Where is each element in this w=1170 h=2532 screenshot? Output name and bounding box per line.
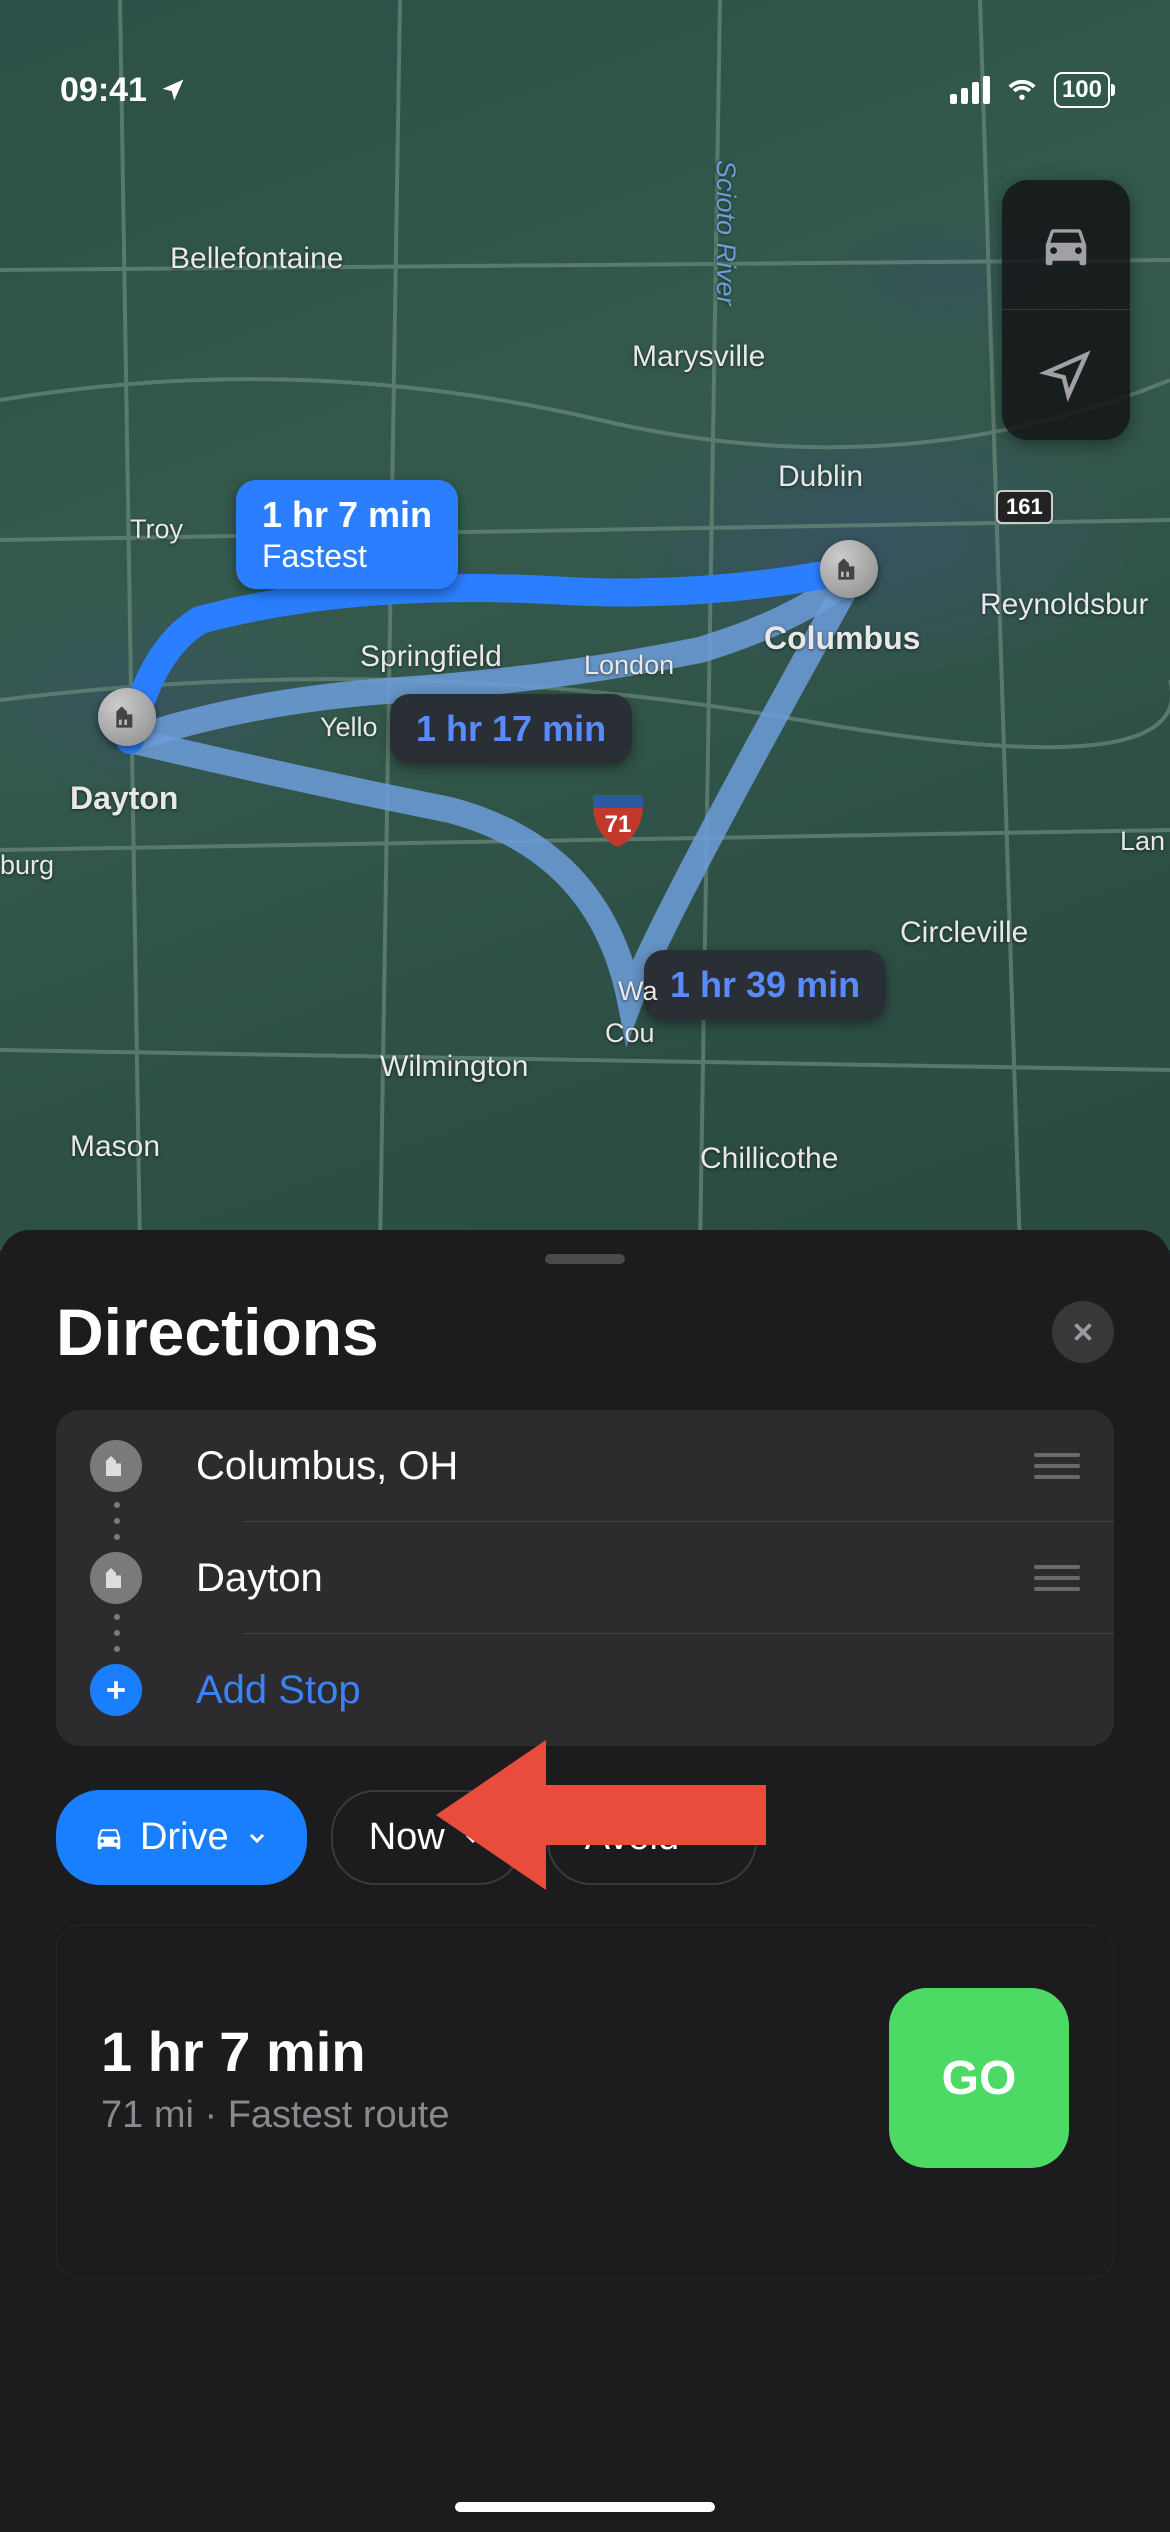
stops-list: Columbus, OH Dayton Add Stop	[56, 1410, 1114, 1746]
route-alt2-time: 1 hr 39 min	[670, 964, 860, 1005]
map-label-dublin: Dublin	[778, 460, 863, 494]
go-button[interactable]: GO	[889, 1988, 1069, 2168]
status-time: 09:41	[60, 71, 147, 110]
svg-text:71: 71	[605, 811, 632, 838]
route-primary-time: 1 hr 7 min	[262, 494, 432, 535]
status-bar: 09:41 100	[0, 0, 1170, 140]
map-label-burg: burg	[0, 850, 54, 881]
route-badge-primary[interactable]: 1 hr 7 min Fastest	[236, 480, 458, 589]
chevron-down-icon	[245, 1826, 269, 1850]
battery-indicator: 100	[1054, 72, 1110, 108]
city-icon	[90, 1440, 142, 1492]
route-badge-alt2[interactable]: 1 hr 39 min	[644, 950, 886, 1020]
stop-label: Columbus, OH	[196, 1444, 1034, 1489]
map-label-yello: Yello	[320, 712, 378, 743]
map-label-springfield: Springfield	[360, 640, 502, 674]
travel-mode-button[interactable]	[1002, 180, 1130, 310]
car-icon	[94, 1823, 124, 1853]
map-label-wilmington: Wilmington	[380, 1050, 528, 1084]
close-icon	[1068, 1317, 1098, 1347]
route-info: 1 hr 7 min 71 mi · Fastest route	[101, 2019, 449, 2137]
stop-row-destination[interactable]: Dayton	[56, 1522, 1114, 1634]
map-label-lan: Lan	[1120, 826, 1165, 857]
status-indicators: 100	[950, 70, 1110, 111]
map-label-wa: Wa	[618, 976, 658, 1007]
home-indicator[interactable]	[455, 2502, 715, 2512]
map-label-marysville: Marysville	[632, 340, 765, 374]
route-161-shield: 161	[996, 490, 1053, 524]
map-label-reynoldsbur: Reynoldsbur	[980, 588, 1148, 622]
route-alt1-time: 1 hr 17 min	[416, 708, 606, 749]
close-button[interactable]	[1052, 1301, 1114, 1363]
map-label-mason: Mason	[70, 1130, 160, 1164]
map-label-court: Cou	[605, 1018, 655, 1049]
destination-pin-dayton[interactable]	[98, 688, 156, 746]
locate-me-button[interactable]	[1002, 310, 1130, 440]
stop-row-origin[interactable]: Columbus, OH	[56, 1410, 1114, 1522]
cellular-signal-icon	[950, 76, 990, 104]
route-primary-tag: Fastest	[262, 538, 432, 575]
reorder-handle-icon[interactable]	[1034, 1453, 1080, 1479]
map-label-scioto: Scioto River	[710, 160, 741, 306]
annotation-arrow-icon	[436, 1730, 766, 1900]
location-services-icon	[159, 76, 187, 104]
origin-pin-columbus[interactable]	[820, 540, 878, 598]
route-result-card[interactable]: 1 hr 7 min 71 mi · Fastest route GO	[56, 1925, 1114, 2279]
stop-label: Dayton	[196, 1556, 1034, 1601]
city-icon	[90, 1552, 142, 1604]
sheet-title: Directions	[56, 1294, 379, 1370]
map-view[interactable]: 1 hr 7 min Fastest 1 hr 17 min 1 hr 39 m…	[0, 0, 1170, 1250]
status-time-group: 09:41	[60, 71, 187, 110]
map-label-chillicothe: Chillicothe	[700, 1142, 838, 1176]
map-label-circleville: Circleville	[900, 916, 1028, 950]
add-stop-label: Add Stop	[196, 1668, 1080, 1713]
interstate-71-shield: 71	[588, 790, 648, 850]
drive-mode-pill[interactable]: Drive	[56, 1790, 307, 1885]
map-label-dayton: Dayton	[70, 780, 178, 817]
route-badge-alt1[interactable]: 1 hr 17 min	[390, 694, 632, 764]
map-label-bellefontaine: Bellefontaine	[170, 242, 343, 276]
route-time: 1 hr 7 min	[101, 2019, 449, 2084]
reorder-handle-icon[interactable]	[1034, 1565, 1080, 1591]
map-label-london: London	[584, 650, 674, 681]
map-controls	[1002, 180, 1130, 440]
plus-icon	[90, 1664, 142, 1716]
wifi-icon	[1004, 70, 1040, 111]
route-detail: 71 mi · Fastest route	[101, 2094, 449, 2137]
map-label-troy: Troy	[130, 514, 183, 545]
map-label-columbus: Columbus	[764, 620, 920, 657]
sheet-grabber[interactable]	[545, 1254, 625, 1264]
